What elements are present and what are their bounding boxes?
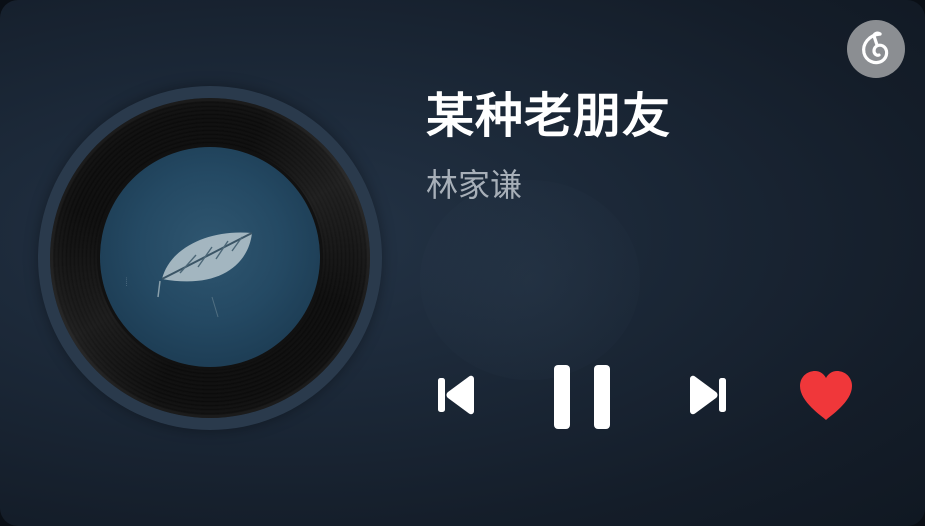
pause-button[interactable] [548, 362, 618, 432]
pause-icon [554, 365, 610, 429]
background-glow [420, 180, 640, 380]
song-title: 某种老朋友 [426, 88, 672, 144]
artist-name: 林家谦 [426, 166, 523, 204]
album-cover[interactable]: ····· [100, 147, 320, 367]
netease-music-logo-icon[interactable] [847, 20, 905, 78]
leaf-artwork-icon: ····· [122, 232, 253, 318]
next-button[interactable] [684, 370, 732, 420]
skip-previous-icon [438, 375, 474, 415]
previous-button[interactable] [432, 370, 480, 420]
music-player-widget: ····· 某种老朋友 林家谦 [0, 0, 925, 526]
like-button[interactable] [796, 368, 856, 424]
heart-icon [800, 371, 852, 420]
skip-next-icon [690, 375, 726, 415]
svg-text:·····: ····· [122, 277, 129, 287]
